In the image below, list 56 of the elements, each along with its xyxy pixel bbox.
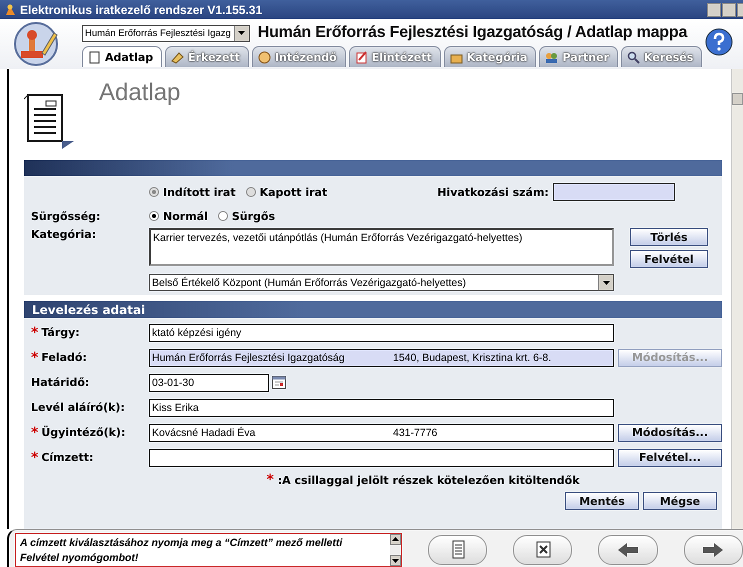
required-mark: * bbox=[31, 350, 38, 366]
required-mark: * bbox=[31, 324, 38, 340]
dropdown-arrow-icon bbox=[602, 280, 610, 284]
field-button[interactable]: Módosítás... bbox=[618, 424, 722, 442]
category-list[interactable]: Karrier tervezés, vezetői utánpótlás (Humán Erőforrás Vezérigazgató-helyettes) bbox=[149, 228, 614, 266]
field-label: Kategória: bbox=[30, 228, 98, 241]
required-note: :A csillaggal jelölt részek kötelezően kitöltendők bbox=[278, 474, 580, 486]
window-title: Elektronikus iratkezelő rendszer V1.155.31 bbox=[20, 2, 264, 16]
field-label: Feladó: bbox=[41, 351, 87, 364]
section-header: Levelezés adatai bbox=[24, 301, 722, 318]
reference-number-field[interactable] bbox=[552, 183, 675, 201]
date-field[interactable]: 03-01-30 bbox=[149, 374, 269, 392]
input-field[interactable]: ktató képzési igény bbox=[149, 324, 614, 342]
input-field[interactable]: Humán Erőforrás Fejlesztési Igazgatóság 1540, Budapest, Krisztina krt. 6-8. bbox=[149, 348, 614, 366]
app-icon bbox=[4, 3, 17, 16]
document-button[interactable] bbox=[428, 535, 488, 565]
field-label: Levél aláíró(k): bbox=[31, 401, 125, 414]
field-label: Hivatkozási szám: bbox=[437, 186, 549, 198]
page-title: Adatlap bbox=[99, 79, 180, 107]
calendar-icon[interactable] bbox=[272, 376, 286, 389]
field-label: Határidő: bbox=[31, 376, 90, 389]
radio-button[interactable]: Normál bbox=[149, 210, 208, 222]
category-dropdown[interactable]: Belső Értékelő Központ (Humán Erőforrás Vezérigazgató-helyettes) bbox=[149, 274, 614, 291]
scroll-up-icon bbox=[390, 534, 401, 545]
dropdown-arrow-icon bbox=[238, 31, 246, 35]
input-field[interactable]: Kiss Erika bbox=[149, 398, 614, 416]
tab[interactable]: Adatlap bbox=[82, 46, 162, 67]
department-dropdown[interactable]: Humán Erőforrás Fejlesztési Igazg bbox=[82, 24, 250, 42]
field-button[interactable]: Felvétel... bbox=[618, 448, 722, 466]
radio-button[interactable]: Sürgős bbox=[218, 210, 276, 222]
required-mark: * bbox=[266, 472, 274, 488]
category-button[interactable]: Felvétel bbox=[630, 250, 708, 268]
field-label: Tárgy: bbox=[41, 326, 80, 339]
back-button[interactable] bbox=[598, 535, 658, 565]
forward-button[interactable] bbox=[684, 535, 743, 565]
field-label: Sürgősség: bbox=[30, 210, 102, 222]
action-button[interactable]: Mégse bbox=[643, 492, 717, 510]
input-field[interactable]: Kovácsné Hadadi Éva 431-7776 bbox=[149, 424, 614, 442]
close-document-button[interactable] bbox=[513, 535, 572, 565]
action-button[interactable]: Mentés bbox=[565, 492, 639, 510]
people-icon bbox=[545, 50, 558, 64]
required-mark: * bbox=[31, 450, 38, 466]
input-field[interactable] bbox=[149, 448, 614, 466]
scroll-down-icon bbox=[390, 555, 401, 566]
status-message: A címzett kiválasztásához nyomja meg a “Címzett” mező melletti Felvétel nyomógombot! bbox=[19, 536, 344, 566]
required-mark: * bbox=[31, 424, 38, 440]
minimize-button[interactable] bbox=[707, 2, 721, 16]
page-heading: Humán Erőforrás Fejlesztési Igazgatóság / Adatlap mappa bbox=[258, 24, 688, 42]
search-icon bbox=[627, 50, 640, 64]
maximize-button[interactable] bbox=[722, 2, 736, 16]
scrollbar[interactable] bbox=[731, 69, 743, 529]
field-label: Címzett: bbox=[41, 451, 94, 464]
field-label: Ügyintéző(k): bbox=[41, 426, 126, 439]
help-icon[interactable] bbox=[705, 28, 733, 56]
category-button[interactable]: Törlés bbox=[630, 228, 708, 246]
page-icon bbox=[88, 50, 101, 64]
